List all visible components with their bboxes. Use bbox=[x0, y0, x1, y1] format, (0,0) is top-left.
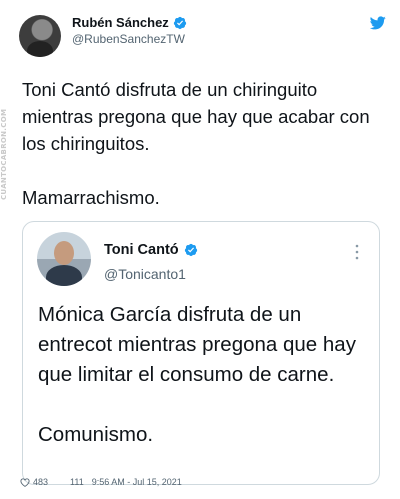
verified-badge-icon bbox=[173, 16, 186, 29]
heart-icon bbox=[20, 477, 30, 487]
quoted-handle[interactable]: @Tonicanto1 bbox=[104, 266, 186, 282]
tweet-card: Rubén Sánchez @RubenSanchezTW Toni Cantó… bbox=[16, 10, 388, 485]
retweet-count[interactable]: 111 bbox=[70, 477, 84, 487]
tweet-footer: 483 111 9:56 AM - Jul 15, 2021 bbox=[20, 474, 182, 490]
quoted-name-row: Toni Cantó bbox=[104, 242, 198, 258]
author-name-row: Rubén Sánchez bbox=[72, 15, 187, 30]
tweet-header: Rubén Sánchez @RubenSanchezTW bbox=[16, 10, 388, 64]
more-vertical-icon[interactable] bbox=[355, 244, 359, 260]
author-handle[interactable]: @RubenSanchezTW bbox=[72, 32, 185, 46]
tweet-text: Toni Cantó disfruta de un chiringuito mi… bbox=[22, 79, 370, 208]
quoted-tweet-text: Mónica García disfruta de un entrecot mi… bbox=[38, 303, 356, 446]
twitter-bird-icon[interactable] bbox=[370, 16, 386, 30]
quoted-tweet[interactable]: Toni Cantó @Tonicanto1 Mónica García dis… bbox=[22, 221, 380, 485]
verified-badge-icon bbox=[184, 243, 197, 257]
author-avatar[interactable] bbox=[19, 15, 61, 57]
author-display-name[interactable]: Rubén Sánchez bbox=[72, 15, 169, 30]
like-count: 483 bbox=[33, 477, 49, 487]
quoted-display-name[interactable]: Toni Cantó bbox=[104, 242, 179, 258]
like-button[interactable]: 483 bbox=[20, 477, 48, 487]
tweet-timestamp[interactable]: 9:56 AM - Jul 15, 2021 bbox=[92, 477, 182, 487]
site-watermark: CUANTOCABRON.COM bbox=[0, 108, 8, 200]
quoted-author-avatar[interactable] bbox=[37, 232, 91, 286]
